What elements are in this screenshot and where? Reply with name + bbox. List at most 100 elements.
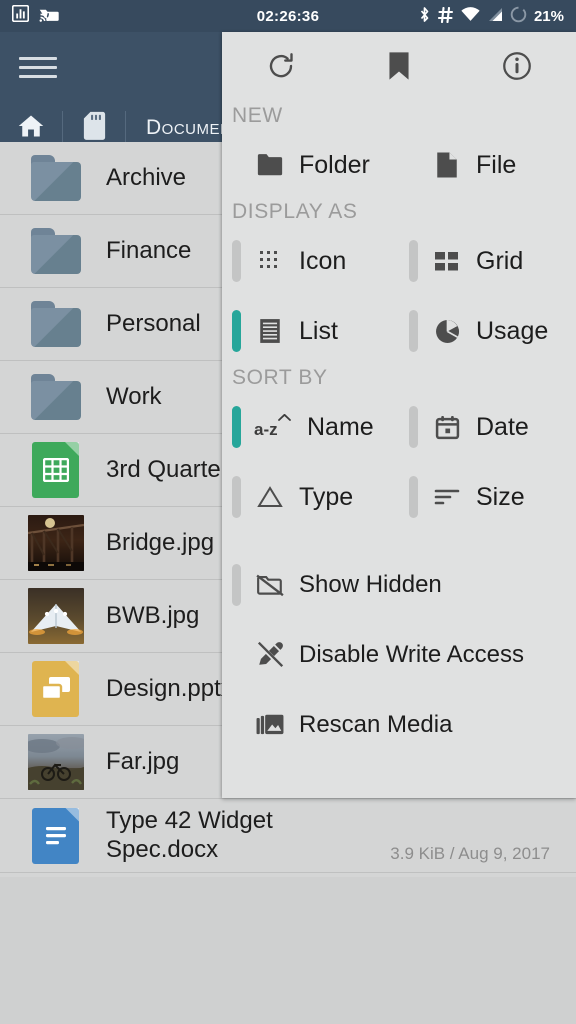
menu-item-display-usage[interactable]: Usage	[399, 296, 576, 366]
menu-top-actions	[222, 32, 576, 104]
menu-item-rescan-media[interactable]: Rescan Media	[222, 690, 576, 760]
home-icon	[17, 112, 45, 145]
menu-item-label: Show Hidden	[299, 571, 442, 599]
spreadsheet-icon	[28, 442, 84, 498]
menu-item-display-list[interactable]: List	[222, 296, 399, 366]
selection-bar	[409, 310, 418, 352]
section-sort-by-row1: a-z Name Date	[222, 392, 576, 462]
stats-icon	[12, 5, 29, 27]
hidden-folder-icon	[253, 573, 287, 597]
selection-bar	[232, 564, 241, 606]
menu-item-sort-size[interactable]: Size	[399, 462, 576, 532]
calendar-icon	[430, 415, 464, 440]
triangle-icon	[253, 486, 287, 508]
menu-icon[interactable]	[14, 46, 62, 88]
section-title-sort-by: SORT BY	[222, 366, 576, 390]
menu-item-sort-type[interactable]: Type	[222, 462, 399, 532]
folder-icon	[28, 369, 84, 425]
file-name: Bridge.jpg	[106, 529, 214, 557]
menu-item-label: File	[476, 151, 516, 180]
file-name: Far.jpg	[106, 748, 179, 776]
menu-icon-line	[19, 66, 57, 69]
file-name: Personal	[106, 310, 201, 338]
status-bar: 02:26:36 21%	[0, 0, 576, 32]
image-thumbnail	[28, 588, 84, 644]
section-sort-by-row2: Type Size	[222, 462, 576, 532]
file-name: Finance	[106, 237, 191, 265]
menu-item-display-icon[interactable]: Icon	[222, 226, 399, 296]
menu-item-disable-write-access[interactable]: Disable Write Access	[222, 620, 576, 690]
menu-item-display-grid[interactable]: Grid	[399, 226, 576, 296]
sort-alpha-asc-icon: a-z	[253, 414, 295, 440]
folder-icon	[28, 150, 84, 206]
folder-icon	[28, 223, 84, 279]
section-display-as-row1: Icon Grid	[222, 226, 576, 296]
document-icon	[28, 808, 84, 864]
menu-item-label: Date	[476, 413, 529, 442]
selection-bar	[232, 310, 241, 352]
menu-item-label: Type	[299, 483, 353, 512]
menu-item-sort-date[interactable]: Date	[399, 392, 576, 462]
menu-item-new-folder[interactable]: Folder	[222, 130, 399, 200]
status-bar-right-icons: 21%	[418, 6, 564, 27]
sort-size-icon	[430, 487, 464, 507]
battery-percent: 21%	[534, 8, 564, 25]
menu-item-label: Grid	[476, 247, 523, 276]
edit-off-icon	[253, 641, 287, 669]
menu-item-label: Name	[307, 413, 374, 442]
file-name: Archive	[106, 164, 186, 192]
menu-icon-line	[19, 57, 57, 60]
info-icon	[502, 51, 532, 86]
bookmark-button[interactable]	[340, 32, 458, 104]
menu-item-show-hidden[interactable]: Show Hidden	[222, 550, 576, 620]
menu-icon-line	[19, 75, 57, 78]
network-folder-icon	[39, 6, 59, 27]
menu-item-sort-name[interactable]: a-z Name	[222, 392, 399, 462]
selection-bar	[409, 240, 418, 282]
refresh-button[interactable]	[222, 32, 340, 104]
file-meta: 3.9 KiB / Aug 9, 2017	[390, 844, 550, 864]
section-title-display-as: DISPLAY AS	[222, 200, 576, 224]
refresh-icon	[266, 51, 296, 86]
sdcard-icon	[82, 111, 107, 146]
pie-chart-icon	[430, 319, 464, 344]
info-button[interactable]	[458, 32, 576, 104]
grid-view-icon	[430, 252, 464, 271]
selection-bar	[232, 406, 241, 448]
folder-icon	[28, 296, 84, 352]
photo-library-icon	[253, 713, 287, 737]
menu-item-new-file[interactable]: File	[399, 130, 576, 200]
list-view-icon	[253, 318, 287, 344]
menu-item-label: Size	[476, 483, 525, 512]
bluetooth-icon	[418, 6, 431, 27]
list-item[interactable]: Type 42 Widget Spec.docx 3.9 KiB / Aug 9…	[0, 799, 576, 873]
svg-text:a-z: a-z	[254, 420, 278, 439]
status-bar-left-icons	[12, 5, 59, 27]
file-name: BWB.jpg	[106, 602, 199, 630]
section-new: Folder File	[222, 130, 576, 200]
selection-bar	[232, 240, 241, 282]
menu-item-label: Disable Write Access	[299, 641, 524, 669]
menu-item-label: List	[299, 317, 338, 346]
bookmark-icon	[386, 51, 412, 86]
selection-bar	[409, 476, 418, 518]
menu-item-label: Usage	[476, 317, 548, 346]
selection-bar	[232, 476, 241, 518]
icon-view-icon	[253, 250, 287, 272]
file-icon	[430, 151, 464, 179]
section-display-as-row2: List Usage	[222, 296, 576, 366]
image-thumbnail	[28, 515, 84, 571]
file-name: Work	[106, 383, 162, 411]
file-manager-screen: 02:26:36 21%	[0, 0, 576, 1024]
menu-item-label: Folder	[299, 151, 370, 180]
menu-item-label: Icon	[299, 247, 346, 276]
presentation-icon	[28, 661, 84, 717]
wifi-icon	[461, 7, 480, 25]
file-name: Type 42 Widget Spec.docx	[106, 807, 273, 864]
menu-item-label: Rescan Media	[299, 711, 452, 739]
file-name: Design.pptx	[106, 675, 233, 703]
folder-icon	[253, 153, 287, 177]
signal-icon	[487, 7, 503, 25]
overflow-menu[interactable]: NEW Folder File DISPLAY AS	[222, 32, 576, 798]
menu-spacer	[222, 532, 576, 550]
